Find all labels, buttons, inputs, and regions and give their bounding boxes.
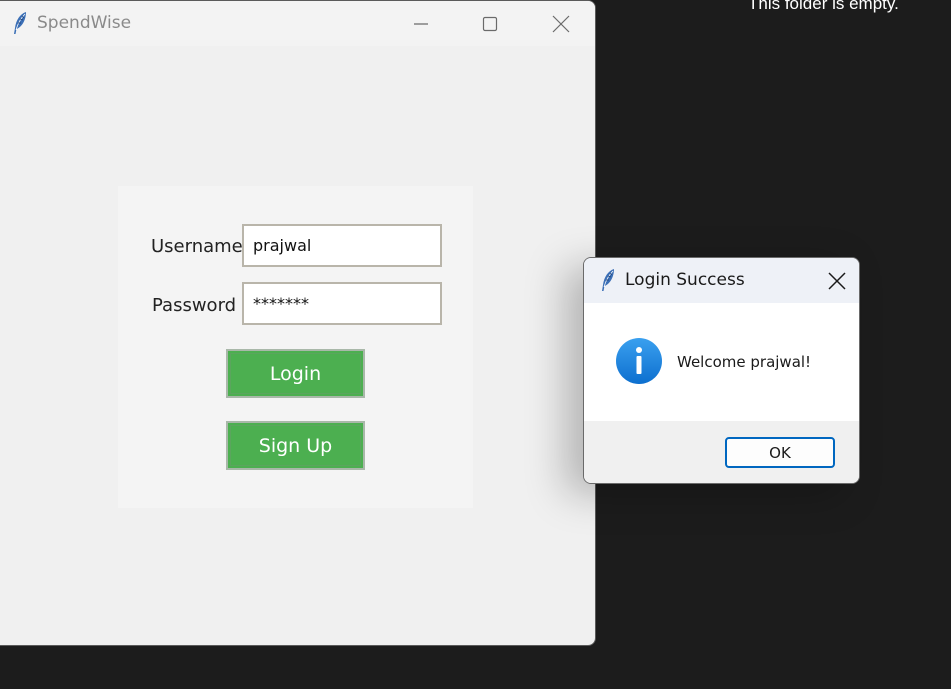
window-title: SpendWise (37, 13, 132, 33)
close-icon (552, 15, 570, 32)
maximize-button[interactable] (467, 1, 513, 46)
dialog-message: Welcome prajwal! (677, 353, 812, 371)
close-icon (828, 271, 846, 290)
dialog-close-button[interactable] (814, 258, 859, 303)
username-input[interactable] (242, 224, 442, 267)
dialog-footer: OK (584, 421, 859, 483)
feather-icon (602, 269, 614, 291)
ok-button[interactable]: OK (725, 437, 835, 468)
spendwise-window: SpendWise Username Password (0, 0, 596, 646)
login-panel: Username Password Login Sign Up (118, 186, 473, 508)
login-success-dialog: Login Success Welcome prajwal! OK (583, 257, 860, 484)
maximize-icon (482, 16, 498, 31)
empty-folder-text: This folder is empty. (748, 0, 899, 13)
dialog-title: Login Success (625, 270, 745, 290)
minimize-icon (414, 22, 428, 25)
dialog-titlebar[interactable]: Login Success (584, 258, 859, 303)
signup-button[interactable]: Sign Up (226, 421, 365, 470)
feather-icon (14, 12, 26, 34)
password-label: Password (152, 295, 237, 316)
close-button[interactable] (538, 1, 584, 46)
desktop: This folder is empty. SpendWise Username… (0, 0, 951, 689)
info-icon (616, 338, 662, 384)
username-label: Username (151, 236, 243, 257)
dialog-body: Welcome prajwal! (584, 303, 859, 421)
password-input[interactable] (242, 282, 442, 325)
window-titlebar[interactable]: SpendWise (0, 1, 595, 46)
minimize-button[interactable] (398, 1, 444, 46)
login-button[interactable]: Login (226, 349, 365, 398)
